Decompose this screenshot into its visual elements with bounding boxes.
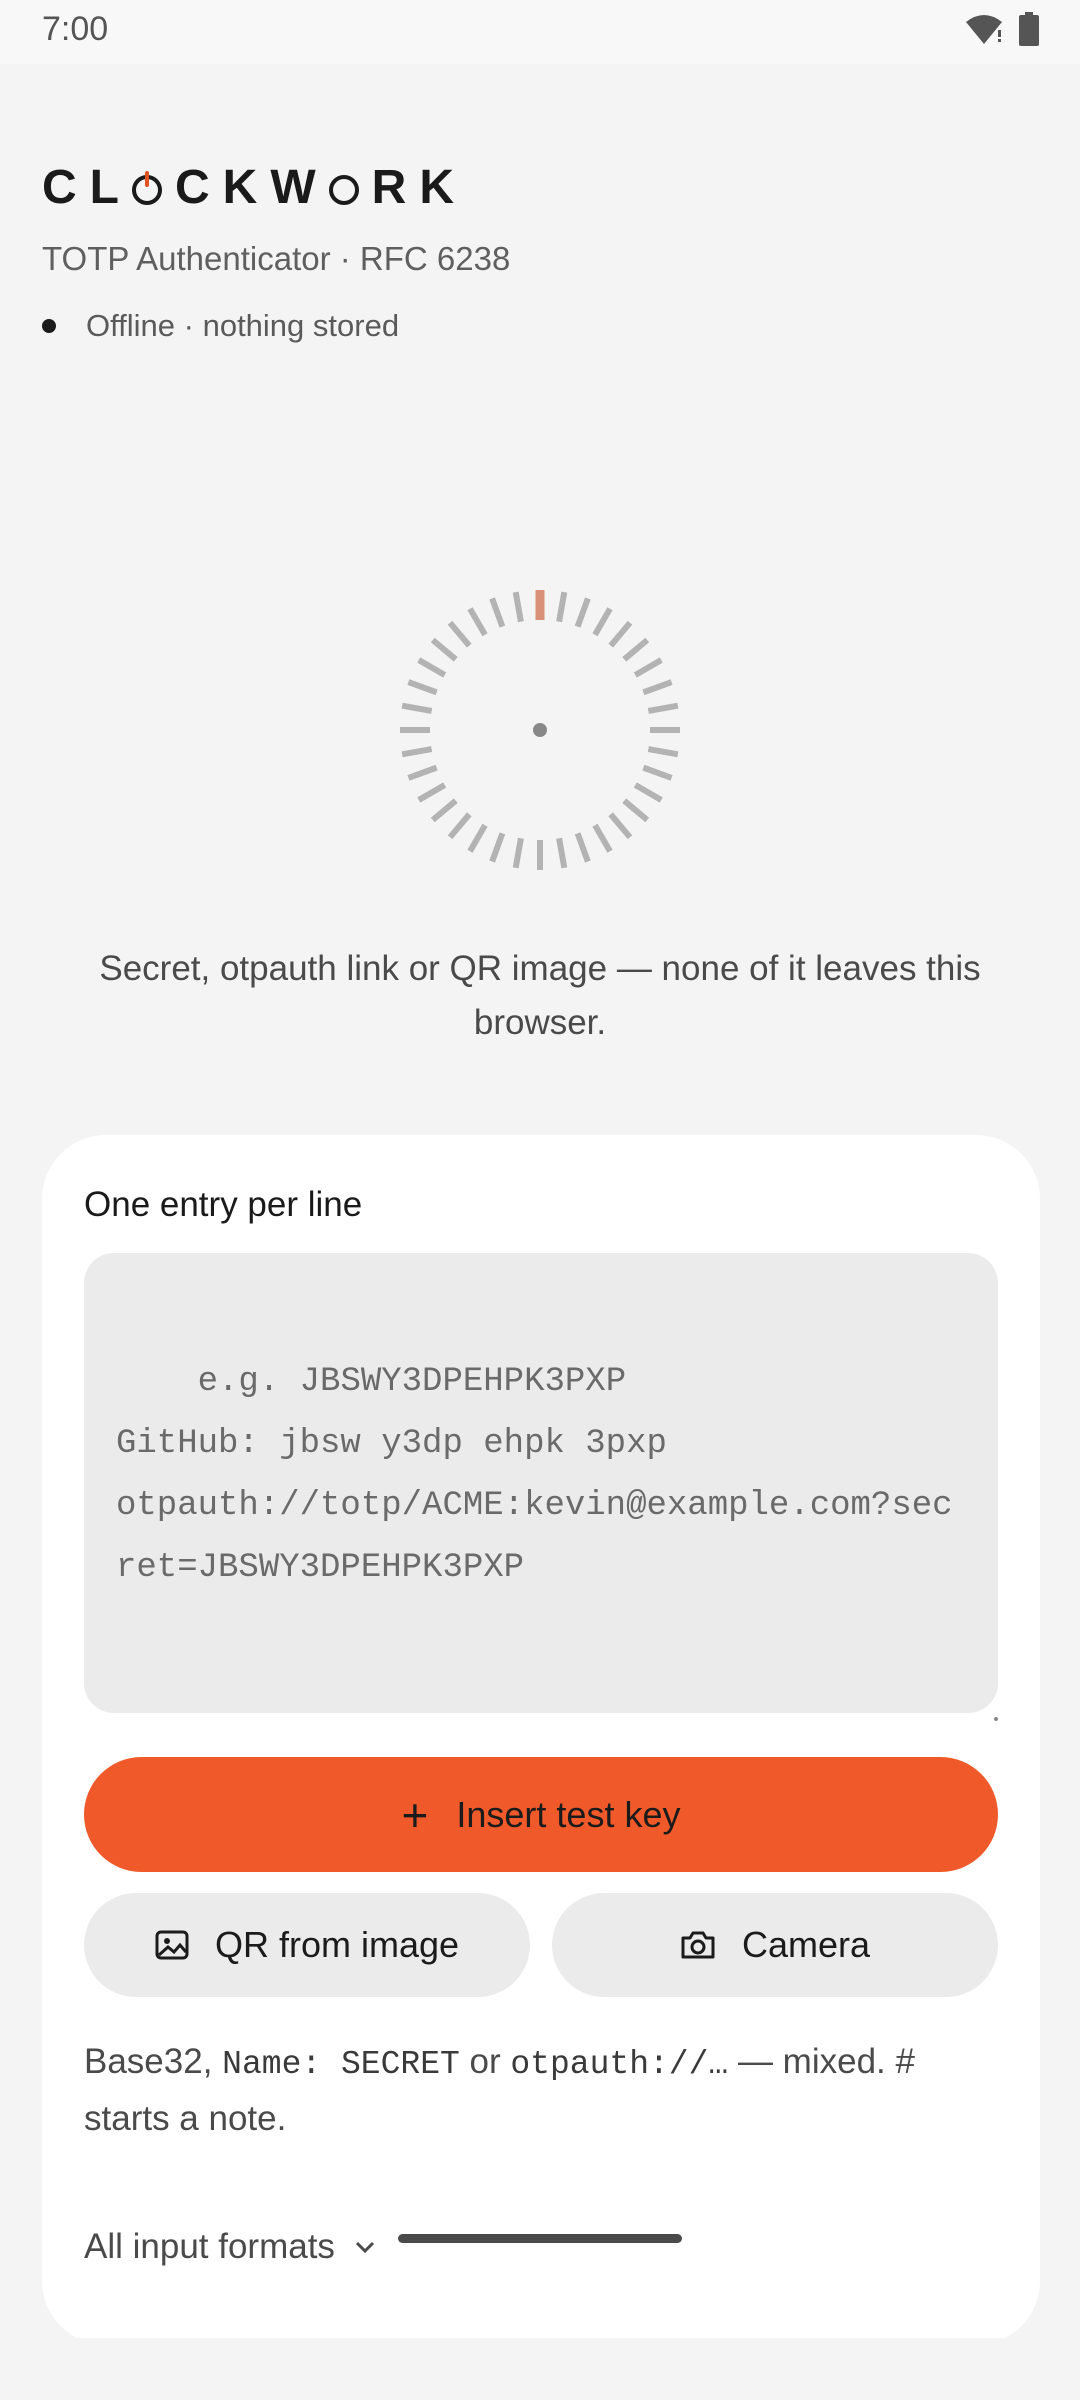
brand-letter: C xyxy=(42,161,90,214)
dial-tick xyxy=(592,607,613,637)
chevron-down-icon xyxy=(355,2241,374,2254)
offline-status: Offline · nothing stored xyxy=(42,308,399,344)
hint-text: Base32, xyxy=(84,2042,223,2081)
dial-tick xyxy=(489,597,506,628)
status-dot-icon xyxy=(42,319,56,333)
entry-card: One entry per line e.g. JBSWY3DPEHPK3PXP… xyxy=(42,1135,1040,2345)
entry-textarea[interactable]: e.g. JBSWY3DPEHPK3PXP GitHub: jbsw y3dp … xyxy=(84,1253,998,1721)
dial-tick xyxy=(417,657,447,678)
dial-tick xyxy=(512,837,524,869)
clock-o-icon xyxy=(132,170,162,205)
secondary-actions: QR from image Camera xyxy=(84,1893,998,1997)
dial-tick xyxy=(633,782,663,803)
dial-tick xyxy=(489,832,506,863)
dial-tick xyxy=(407,764,438,781)
camera-button[interactable]: Camera xyxy=(552,1893,998,1997)
dial-tick xyxy=(647,702,679,714)
dial-tick xyxy=(642,679,673,696)
dial-tick xyxy=(592,823,613,853)
dial-tick xyxy=(401,702,433,714)
dial-tick xyxy=(417,782,447,803)
dial-tick xyxy=(633,657,663,678)
status-icons xyxy=(964,12,1040,46)
camera-label: Camera xyxy=(741,1924,871,1965)
status-bar: 7:00 xyxy=(0,0,1080,64)
intro-text: Secret, otpauth link or QR image — none … xyxy=(99,949,981,1042)
clock-dial-icon xyxy=(400,590,680,870)
dial-tick xyxy=(647,746,679,758)
hint-text: or xyxy=(459,2042,511,2081)
brand-letter: L xyxy=(89,161,132,214)
dial-tick xyxy=(467,607,488,637)
hint-code-otpauth: otpauth://… xyxy=(510,2046,729,2083)
dial-tick xyxy=(556,591,568,623)
format-hint: Base32, Name: SECRET or otpauth://… — mi… xyxy=(84,2035,1004,2146)
insert-test-key-button[interactable]: + Insert test key xyxy=(84,1757,998,1872)
brand-letter: R xyxy=(371,161,420,214)
qr-from-image-label: QR from image xyxy=(214,1924,460,1965)
camera-icon xyxy=(681,1931,715,1959)
dial-tick xyxy=(407,679,438,696)
entry-placeholder: e.g. JBSWY3DPEHPK3PXP GitHub: jbsw y3dp … xyxy=(116,1363,953,1587)
dial-tick xyxy=(574,597,591,628)
app-subtitle: TOTP Authenticator · RFC 6238 xyxy=(42,240,511,277)
image-icon xyxy=(155,1930,189,1960)
hint-code-name: Name: SECRET xyxy=(222,2046,460,2083)
plus-icon: + xyxy=(401,1788,429,1841)
brand-letter: C xyxy=(175,161,223,214)
dial-tick xyxy=(556,837,568,869)
ring-o-icon xyxy=(328,174,359,205)
dial-tick xyxy=(467,823,488,853)
home-gesture-handle[interactable] xyxy=(398,2234,682,2243)
brand-letter: K xyxy=(419,161,467,214)
offline-status-text: Offline · nothing stored xyxy=(86,308,400,343)
entry-label: One entry per line xyxy=(84,1185,363,1224)
all-input-formats-label: All input formats xyxy=(84,2227,335,2266)
dial-tick xyxy=(608,812,633,840)
brand-letter: K xyxy=(222,161,271,214)
dial-tick xyxy=(447,812,472,840)
wifi-alert-icon xyxy=(966,15,1002,44)
dial-tick xyxy=(430,637,458,662)
dial-tick xyxy=(622,798,650,823)
all-input-formats-toggle[interactable]: All input formats xyxy=(84,2227,377,2267)
qr-from-image-button[interactable]: QR from image xyxy=(84,1893,530,1997)
battery-icon xyxy=(1019,12,1039,46)
dial-tick xyxy=(447,620,472,648)
status-time: 7:00 xyxy=(42,10,109,48)
system-nav-bar xyxy=(0,2338,1080,2400)
dial-center-dot xyxy=(533,723,547,737)
dial-tick xyxy=(574,832,591,863)
dial-tick xyxy=(642,764,673,781)
resize-handle[interactable] xyxy=(994,1717,998,1721)
insert-test-key-label: Insert test key xyxy=(456,1793,681,1835)
dial-tick xyxy=(430,798,458,823)
dial-tick xyxy=(608,620,633,648)
dial-tick xyxy=(512,591,524,623)
brand-letter: W xyxy=(270,161,329,214)
dial-tick xyxy=(401,746,433,758)
dial-tick xyxy=(622,637,650,662)
brand-logo: C L C K W R K xyxy=(42,160,467,215)
